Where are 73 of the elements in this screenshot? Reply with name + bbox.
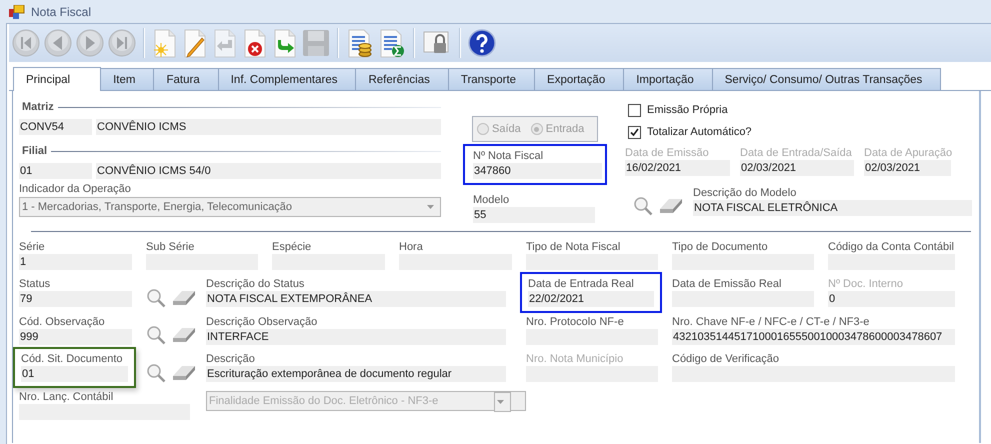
tab[interactable]: Importação [623, 68, 713, 90]
field-label: Status [19, 277, 52, 291]
model-description-field[interactable]: NOTA FISCAL ELETRÔNICA [693, 200, 972, 216]
field-label: Data de Emissão Real [672, 277, 782, 291]
checkbox[interactable]: Totalizar Automático? [628, 124, 972, 140]
field-label: Cód. Observação [19, 315, 106, 329]
tab[interactable]: Principal [13, 67, 102, 91]
field-label: Código de Verificação [672, 352, 780, 366]
app-icon [9, 4, 25, 18]
field-label: Nro. Chave NF-e / NFC-e / CT-e / NF3-e [672, 315, 870, 329]
eraser-icon[interactable] [172, 290, 196, 306]
checkbox[interactable]: Emissão Própria [628, 102, 972, 118]
field-label: Data de Entrada Real [528, 277, 635, 291]
operation-dropdown[interactable]: 1 - Mercadorias, Transporte, Energia, Telecomunicação [19, 197, 441, 217]
field-label: Tipo de Documento [672, 240, 769, 254]
name-field[interactable]: CONVÊNIO ICMS 54/0 [96, 163, 441, 179]
invoice-number-field[interactable]: 347860 [473, 163, 602, 179]
field-label: Indicador da Operação [19, 182, 132, 196]
window-title: Nota Fiscal [31, 4, 92, 18]
search-icon[interactable] [146, 362, 166, 382]
field-label: Descrição [206, 352, 256, 366]
text-field[interactable]: 01 [21, 366, 128, 382]
tab[interactable]: Serviço/ Consumo/ Outras Transações [712, 68, 942, 90]
text-field[interactable]: 999 [19, 329, 132, 345]
field-label: Modelo [473, 193, 510, 207]
caret-icon [427, 205, 434, 209]
group-title: Matriz [22, 101, 54, 113]
field-label: Nº Nota Fiscal [473, 149, 544, 163]
field-label: Código da Conta Contábil [828, 240, 955, 254]
name-field[interactable]: CONVÊNIO ICMS [96, 119, 441, 135]
text-field[interactable]: INTERFACE [206, 329, 506, 345]
eraser-icon[interactable] [172, 327, 196, 343]
check-icon [629, 126, 640, 138]
field-label: Data de Emissão [625, 146, 710, 160]
field-label: Espécie [272, 240, 312, 254]
text-field[interactable]: 43210351445171000165550010003478600003478607 [672, 329, 955, 345]
field-label: Tipo de Nota Fiscal [526, 240, 622, 254]
search-icon[interactable] [633, 196, 653, 216]
tab[interactable]: Referências [355, 68, 449, 90]
field-label: Data de Apuração [864, 146, 951, 160]
tab[interactable]: Transporte [448, 68, 536, 90]
eraser-icon[interactable] [659, 198, 683, 214]
field-label: Nro. Protocolo NF-e [526, 315, 625, 329]
tab[interactable]: Fatura [153, 68, 219, 90]
search-icon[interactable] [146, 325, 166, 345]
field-label: Finalidade Emissão do Doc. Eletrônico - NF3-e [209, 394, 438, 408]
text-field[interactable]: 22/02/2021 [528, 291, 654, 307]
eraser-icon[interactable] [172, 364, 196, 380]
group-title: Filial [22, 145, 48, 157]
field-label: Cód. Sit. Documento [21, 352, 124, 366]
field-label: Nro. Nota Município [526, 352, 624, 366]
field-label: Série [19, 240, 46, 254]
caret-icon [497, 400, 504, 404]
field-label: Descrição Observação [206, 315, 318, 329]
tab[interactable]: Inf. Complementares [218, 68, 356, 90]
field-label: Descrição do Status [206, 277, 306, 291]
field-label: Nº Doc. Interno [828, 277, 904, 291]
text-field[interactable]: Escrituração extemporânea de documento regular [206, 366, 506, 382]
field-label: Descrição do Modelo [693, 186, 798, 200]
search-icon[interactable] [146, 288, 166, 308]
text-field[interactable]: NOTA FISCAL EXTEMPORÂNEA [206, 291, 506, 307]
field-label: Hora [399, 240, 424, 254]
code-field[interactable]: 01 [19, 163, 92, 179]
text-field[interactable]: 79 [19, 291, 132, 307]
model-field[interactable]: 55 [473, 207, 595, 223]
tab[interactable]: Item [100, 68, 154, 90]
field-label: Sub Série [146, 240, 196, 254]
code-field[interactable]: CONV54 [19, 119, 92, 135]
tab[interactable]: Exportação [534, 68, 624, 90]
field-label: Data de Entrada/Saída [740, 146, 853, 160]
text-field[interactable]: 1 [19, 254, 132, 270]
field-label: Nro. Lanç. Contábil [19, 390, 114, 404]
dropdown[interactable] [494, 392, 511, 412]
